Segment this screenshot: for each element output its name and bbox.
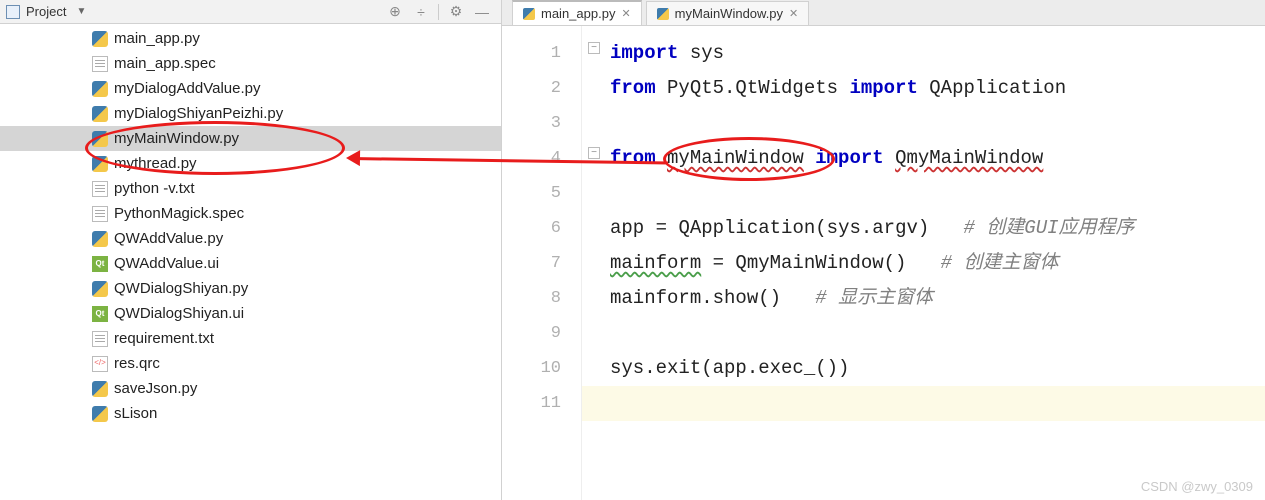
line-number: 8 — [502, 281, 561, 316]
py-file-icon — [92, 31, 108, 47]
code-line: app = QApplication(sys.argv) # 创建GUI应用程序 — [610, 211, 1265, 246]
py-file-icon — [523, 8, 535, 20]
tab-label: myMainWindow.py — [675, 6, 783, 21]
line-number: 7 — [502, 246, 561, 281]
project-header: Project ▼ ⊕ ÷ ⚙ — — [0, 0, 501, 24]
tree-item[interactable]: Qt QWAddValue.ui — [0, 251, 501, 276]
tree-item[interactable]: QWAddValue.py — [0, 226, 501, 251]
separator — [438, 4, 439, 20]
code-line: sys.exit(app.exec_()) — [610, 351, 1265, 386]
code-line — [582, 386, 1265, 421]
tree-item-label: QWDialogShiyan.py — [114, 280, 248, 297]
collapse-icon[interactable]: ÷ — [412, 3, 430, 21]
close-icon[interactable]: ✕ — [621, 7, 630, 20]
project-view-selector[interactable]: Project ▼ — [6, 4, 86, 19]
ui-file-icon: Qt — [92, 256, 108, 272]
locate-icon[interactable]: ⊕ — [386, 3, 404, 21]
gear-icon[interactable]: ⚙ — [447, 3, 465, 21]
code-line: from myMainWindow import QmyMainWindow — [610, 141, 1265, 176]
tree-item-label: requirement.txt — [114, 330, 214, 347]
tree-item-label: myDialogShiyanPeizhi.py — [114, 105, 283, 122]
code-line: from PyQt5.QtWidgets import QApplication — [610, 71, 1265, 106]
project-tool-window: Project ▼ ⊕ ÷ ⚙ — main_app.py main_app.sp… — [0, 0, 502, 500]
tree-item[interactable]: sLison — [0, 401, 501, 426]
tree-item[interactable]: res.qrc — [0, 351, 501, 376]
tree-item-label: myMainWindow.py — [114, 130, 239, 147]
tree-item[interactable]: main_app.py — [0, 26, 501, 51]
py-file-icon — [92, 106, 108, 122]
fold-icon[interactable]: − — [588, 42, 600, 54]
py-file-icon — [92, 406, 108, 422]
tree-item-label: res.qrc — [114, 355, 160, 372]
editor-tabs: main_app.py ✕ myMainWindow.py ✕ — [502, 0, 1265, 26]
tree-item[interactable]: Qt QWDialogShiyan.ui — [0, 301, 501, 326]
tree-item-label: saveJson.py — [114, 380, 197, 397]
editor-panel: main_app.py ✕ myMainWindow.py ✕ 12345678910… — [502, 0, 1265, 500]
py-file-icon — [92, 281, 108, 297]
ui-file-icon: Qt — [92, 306, 108, 322]
editor: 1234567891011 import sysfrom PyQt5.QtWid… — [502, 26, 1265, 500]
project-label-text: Project — [26, 4, 66, 19]
txt-file-icon — [92, 181, 108, 197]
tree-item-label: QWAddValue.py — [114, 230, 223, 247]
py-file-icon — [92, 381, 108, 397]
line-number: 9 — [502, 316, 561, 351]
watermark: CSDN @zwy_0309 — [1141, 479, 1253, 494]
code-area[interactable]: import sysfrom PyQt5.QtWidgets import QA… — [582, 26, 1265, 500]
line-number: 10 — [502, 351, 561, 386]
py-file-icon — [92, 231, 108, 247]
project-icon — [6, 5, 20, 19]
tab-label: main_app.py — [541, 6, 615, 21]
spec-file-icon — [92, 56, 108, 72]
py-file-icon — [657, 8, 669, 20]
tree-item-label: main_app.py — [114, 30, 200, 47]
code-line — [610, 316, 1265, 351]
py-file-icon — [92, 131, 108, 147]
gutter: 1234567891011 — [502, 26, 582, 500]
tree-item[interactable]: mythread.py — [0, 151, 501, 176]
code-line: mainform = QmyMainWindow() # 创建主窗体 — [610, 246, 1265, 281]
py-file-icon — [92, 81, 108, 97]
py-file-icon — [92, 156, 108, 172]
qrc-file-icon — [92, 356, 108, 372]
tree-item-label: python -v.txt — [114, 180, 195, 197]
line-number: 2 — [502, 71, 561, 106]
tree-item-label: QWAddValue.ui — [114, 255, 219, 272]
code-line — [610, 176, 1265, 211]
code-line: mainform.show() # 显示主窗体 — [610, 281, 1265, 316]
tree-item[interactable]: saveJson.py — [0, 376, 501, 401]
close-icon[interactable]: ✕ — [789, 7, 798, 20]
spec-file-icon — [92, 206, 108, 222]
line-number: 4 — [502, 141, 561, 176]
tree-item[interactable]: myMainWindow.py — [0, 126, 501, 151]
code-line — [610, 106, 1265, 141]
tree-item-label: PythonMagick.spec — [114, 205, 244, 222]
chevron-down-icon: ▼ — [76, 6, 86, 17]
txt-file-icon — [92, 331, 108, 347]
line-number: 1 — [502, 36, 561, 71]
tree-item-label: sLison — [114, 405, 157, 422]
tree-item[interactable]: QWDialogShiyan.py — [0, 276, 501, 301]
tree-item-label: main_app.spec — [114, 55, 216, 72]
line-number: 6 — [502, 211, 561, 246]
tree-item-label: myDialogAddValue.py — [114, 80, 260, 97]
project-tree[interactable]: main_app.py main_app.spec myDialogAddValue… — [0, 24, 501, 500]
tree-item[interactable]: myDialogShiyanPeizhi.py — [0, 101, 501, 126]
line-number: 5 — [502, 176, 561, 211]
line-number: 11 — [502, 386, 561, 421]
code-line: import sys — [610, 36, 1265, 71]
tree-item[interactable]: myDialogAddValue.py — [0, 76, 501, 101]
tree-item-label: mythread.py — [114, 155, 197, 172]
tree-item[interactable]: main_app.spec — [0, 51, 501, 76]
fold-icon[interactable]: − — [588, 147, 600, 159]
tree-item[interactable]: python -v.txt — [0, 176, 501, 201]
tree-item[interactable]: PythonMagick.spec — [0, 201, 501, 226]
tree-item-label: QWDialogShiyan.ui — [114, 305, 244, 322]
tree-item[interactable]: requirement.txt — [0, 326, 501, 351]
hide-icon[interactable]: — — [473, 3, 491, 21]
editor-tab[interactable]: myMainWindow.py ✕ — [646, 1, 810, 25]
line-number: 3 — [502, 106, 561, 141]
editor-tab[interactable]: main_app.py ✕ — [512, 0, 642, 25]
